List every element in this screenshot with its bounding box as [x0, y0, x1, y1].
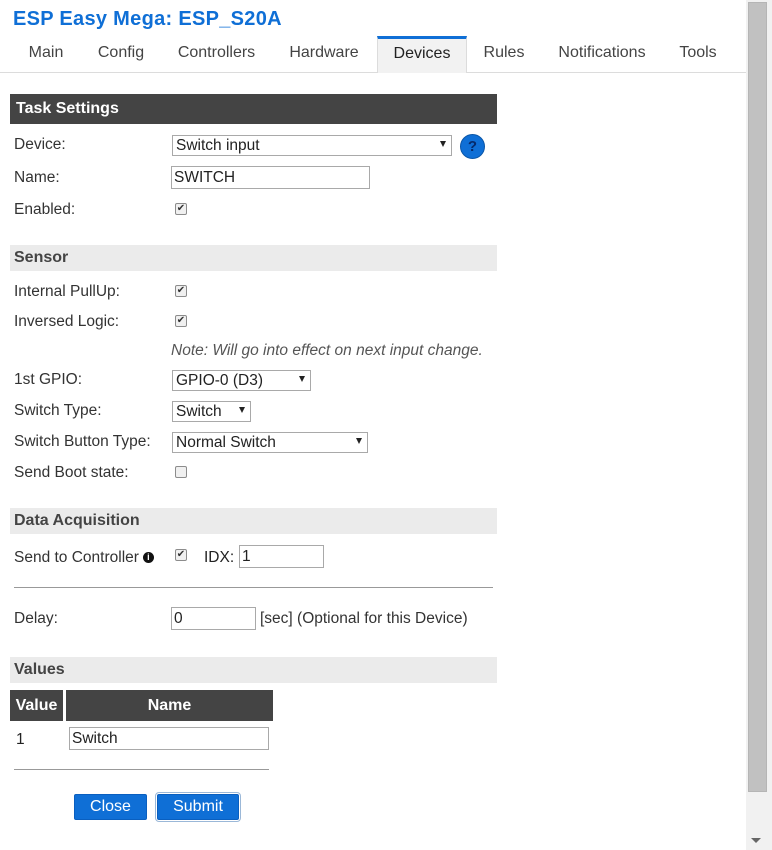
inversed-logic-checkbox[interactable]: ✔	[175, 315, 187, 327]
gpio-label: 1st GPIO:	[14, 371, 83, 388]
enabled-label: Enabled:	[14, 201, 76, 218]
input-change-note: Note: Will go into effect on next input …	[171, 342, 483, 359]
tab-devices[interactable]: Devices	[377, 36, 467, 75]
delay-hint: [sec] (Optional for this Device)	[260, 610, 468, 627]
values-col-value: Value	[10, 690, 63, 721]
enabled-checkbox[interactable]: ✔	[175, 203, 187, 215]
tab-config[interactable]: Config	[82, 36, 160, 72]
tab-controllers[interactable]: Controllers	[163, 36, 270, 72]
help-icon[interactable]: ?	[460, 134, 485, 159]
info-icon[interactable]: i	[142, 552, 154, 564]
boot-state-label: Send Boot state:	[14, 464, 129, 481]
sensor-header: Sensor	[10, 245, 497, 271]
main-content: Task Settings Device: Switch input ? Nam…	[0, 73, 746, 850]
value-number: 1	[16, 731, 25, 748]
tab-main[interactable]: Main	[13, 36, 79, 72]
values-header: Values	[10, 657, 497, 683]
submit-button[interactable]: Submit	[155, 792, 241, 822]
chevron-down-icon	[239, 407, 245, 413]
chevron-down-icon	[440, 141, 446, 147]
chevron-down-icon	[356, 438, 362, 444]
send-to-controller-text: Send to Controller	[14, 549, 139, 566]
name-input[interactable]	[171, 166, 370, 189]
delay-label: Delay:	[14, 610, 58, 627]
close-button[interactable]: Close	[74, 794, 147, 820]
tab-bar: Main Config Controllers Hardware Devices…	[0, 36, 746, 75]
name-label: Name:	[14, 169, 60, 186]
value-name-input[interactable]	[69, 727, 269, 750]
button-type-select-value: Normal Switch	[176, 434, 276, 451]
inversed-logic-label: Inversed Logic:	[14, 313, 120, 330]
gpio-select[interactable]: GPIO-0 (D3)	[172, 370, 311, 391]
scrollbar[interactable]	[746, 0, 772, 850]
tab-tools[interactable]: Tools	[664, 36, 732, 72]
device-select[interactable]: Switch input	[172, 135, 452, 156]
button-type-select[interactable]: Normal Switch	[172, 432, 368, 453]
values-col-name: Name	[66, 690, 273, 721]
scroll-down-arrow-icon[interactable]	[751, 838, 761, 843]
switch-type-select[interactable]: Switch	[172, 401, 251, 422]
pullup-label: Internal PullUp:	[14, 283, 120, 300]
tab-hardware[interactable]: Hardware	[275, 36, 373, 72]
idx-input[interactable]	[239, 545, 324, 568]
boot-state-checkbox[interactable]	[175, 466, 187, 478]
gpio-select-value: GPIO-0 (D3)	[176, 372, 263, 389]
pullup-checkbox[interactable]: ✔	[175, 285, 187, 297]
app-title: ESP Easy Mega: ESP_S20A	[13, 8, 282, 30]
button-type-label: Switch Button Type:	[14, 433, 151, 450]
chevron-down-icon	[299, 376, 305, 382]
device-select-value: Switch input	[176, 137, 260, 154]
data-acquisition-header: Data Acquisition	[10, 508, 497, 534]
divider	[14, 769, 269, 770]
tab-rules[interactable]: Rules	[470, 36, 538, 72]
scrollbar-thumb[interactable]	[748, 2, 767, 792]
divider	[14, 587, 493, 588]
delay-input[interactable]	[171, 607, 256, 630]
switch-type-label: Switch Type:	[14, 402, 102, 419]
tab-notifications[interactable]: Notifications	[543, 36, 661, 72]
send-to-controller-checkbox[interactable]: ✔	[175, 549, 187, 561]
idx-label: IDX:	[204, 549, 235, 566]
send-to-controller-label: Send to Controller i	[14, 549, 154, 567]
device-label: Device:	[14, 136, 66, 153]
task-settings-header: Task Settings	[10, 94, 497, 124]
switch-type-select-value: Switch	[176, 403, 222, 420]
